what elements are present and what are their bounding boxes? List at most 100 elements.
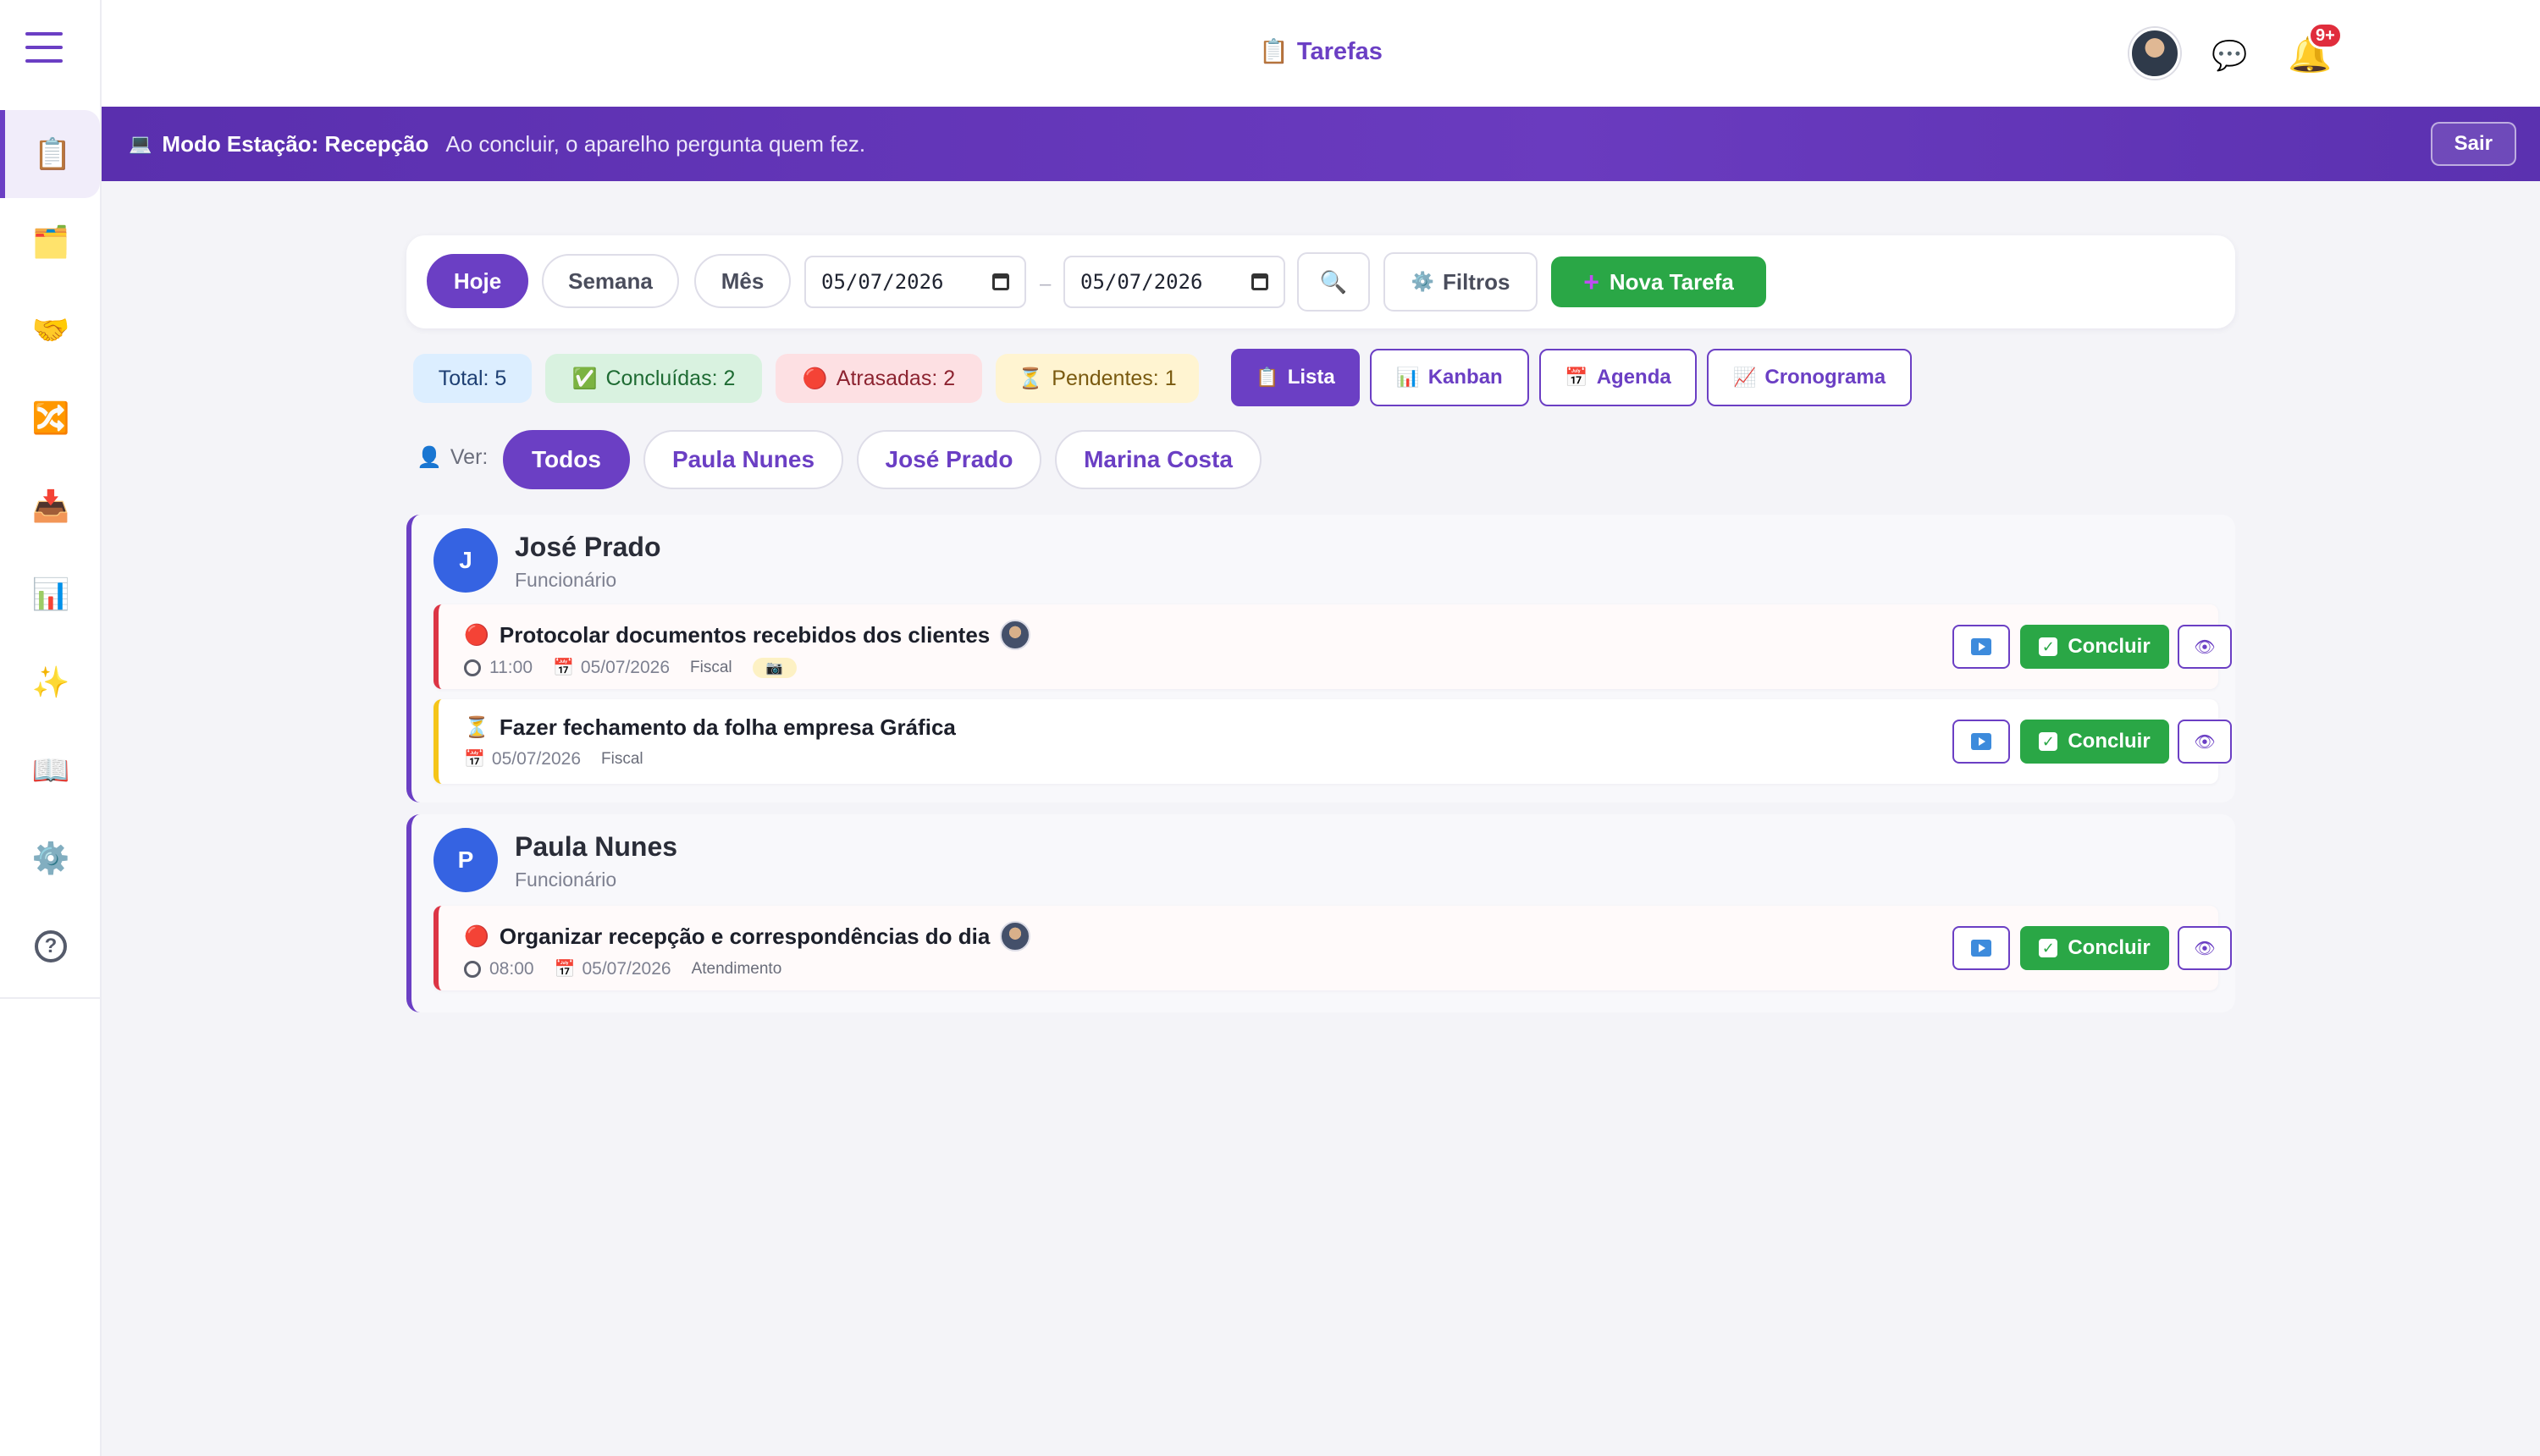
clipboard-icon: 📋 xyxy=(33,136,72,171)
hourglass-icon: ⏳ xyxy=(1018,367,1044,390)
station-message: Ao concluir, o aparelho pergunta quem fe… xyxy=(445,130,866,157)
date-to-input[interactable]: 05/07/2026 xyxy=(1063,256,1285,308)
view-list-button[interactable]: 📋 Lista xyxy=(1231,349,1360,406)
view-schedule-button[interactable]: 📈 Cronograma xyxy=(1707,349,1912,406)
period-week-button[interactable]: Semana xyxy=(542,254,679,308)
task-card[interactable]: 🔴 Organizar recepção e correspondências d… xyxy=(433,906,2232,990)
task-time: 11:00 xyxy=(489,657,533,677)
task-category: Fiscal xyxy=(690,658,732,676)
assignee-name: Paula Nunes xyxy=(515,831,678,862)
task-title: Protocolar documentos recebidos dos clie… xyxy=(499,621,991,648)
people-filter-label: 👤 Ver: xyxy=(417,445,489,469)
help-icon: ? xyxy=(35,930,67,962)
camera-icon: 📷 xyxy=(752,657,797,678)
sidebar-divider xyxy=(0,997,102,999)
sidebar-item-distribution[interactable]: 🔀 xyxy=(0,374,102,462)
calendar-icon xyxy=(1251,273,1268,290)
complete-task-button[interactable]: ✓ Concluir xyxy=(2020,720,2169,764)
gear-icon: ⚙️ xyxy=(1411,271,1434,292)
period-month-button[interactable]: Mês xyxy=(694,254,791,308)
top-bar: 📋 Tarefas 💬 🔔 9+ xyxy=(102,0,2540,107)
avatar: P xyxy=(433,828,498,892)
play-icon xyxy=(1971,940,1991,957)
chat-bubble-icon[interactable]: 💬 xyxy=(2211,39,2247,73)
task-date: 05/07/2026 xyxy=(580,657,671,677)
task-category: Atendimento xyxy=(691,959,782,978)
bar-chart-icon: 📊 xyxy=(31,576,70,611)
assignee-role: Funcionário xyxy=(515,869,617,891)
people-filter-marina[interactable]: Marina Costa xyxy=(1055,430,1262,489)
notification-badge: 9+ xyxy=(2308,22,2343,49)
sidebar-item-clients[interactable]: 🤝 xyxy=(0,286,102,374)
station-mode-banner: 💻 Modo Estação: Recepção Ao concluir, o … xyxy=(102,107,2540,181)
gear-icon: ⚙️ xyxy=(31,841,70,875)
task-card[interactable]: ⏳ Fazer fechamento da folha empresa Gráfi… xyxy=(433,699,2232,784)
user-avatar[interactable] xyxy=(2129,28,2180,79)
assignee-name: José Prado xyxy=(515,532,661,562)
new-task-button[interactable]: + Nova Tarefa xyxy=(1551,256,1766,307)
hamburger-menu-icon[interactable] xyxy=(25,32,63,63)
play-icon xyxy=(1971,638,1991,655)
task-time: 08:00 xyxy=(489,958,534,979)
sidebar-item-tasks[interactable]: 📋 xyxy=(0,110,100,198)
sidebar-item-settings[interactable]: ⚙️ xyxy=(0,814,102,902)
view-agenda-button[interactable]: 📅 Agenda xyxy=(1539,349,1697,406)
sidebar-item-reports[interactable]: 📊 xyxy=(0,550,102,638)
date-range-separator: – xyxy=(1040,273,1052,295)
people-filter-jose[interactable]: José Prado xyxy=(857,430,1041,489)
sidebar-nav: 📋 🗂️ 🤝 🔀 📥 📊 ✨ 📖 ⚙️ ? xyxy=(0,110,102,990)
people-filter-paula[interactable]: Paula Nunes xyxy=(643,430,843,489)
sidebar-item-help[interactable]: ? xyxy=(0,902,102,990)
calendar-icon: 📅 xyxy=(553,659,574,677)
shuffle-icon: 🔀 xyxy=(31,400,70,435)
view-task-button[interactable]: 👁 xyxy=(2178,926,2232,970)
search-button[interactable]: 🔍 xyxy=(1297,252,1370,312)
handshake-icon: 🤝 xyxy=(31,312,70,347)
eye-icon: 👁 xyxy=(2194,732,2216,752)
complete-task-button[interactable]: ✓ Concluir xyxy=(2020,926,2169,970)
stat-late: 🔴 Atrasadas: 2 xyxy=(776,354,982,403)
view-task-button[interactable]: 👁 xyxy=(2178,720,2232,764)
check-icon: ✓ xyxy=(2039,637,2058,656)
eye-icon: 👁 xyxy=(2194,637,2216,657)
sidebar-item-highlights[interactable]: ✨ xyxy=(0,638,102,726)
assignee-group: P Paula Nunes Funcionário 🔴 Organizar rec… xyxy=(406,814,2235,1012)
sidebar-item-inbox[interactable]: 📥 xyxy=(0,462,102,550)
stat-done: ✅ Concluídas: 2 xyxy=(545,354,762,403)
view-task-button[interactable]: 👁 xyxy=(2178,625,2232,669)
task-category: Fiscal xyxy=(601,749,643,768)
search-icon: 🔍 xyxy=(1319,268,1348,295)
play-icon xyxy=(1971,733,1991,750)
exit-station-button[interactable]: Sair xyxy=(2430,122,2516,166)
task-title: Organizar recepção e correspondências do… xyxy=(499,923,991,949)
red-circle-icon: 🔴 xyxy=(464,623,489,647)
task-card[interactable]: 🔴 Protocolar documentos recebidos dos cli… xyxy=(433,604,2232,689)
check-icon: ✓ xyxy=(2039,732,2058,751)
people-filter-all[interactable]: Todos xyxy=(503,430,630,489)
folder-icon: 🗂️ xyxy=(31,224,70,259)
plus-icon: + xyxy=(1583,266,1599,297)
complete-task-button[interactable]: ✓ Concluir xyxy=(2020,625,2169,669)
eye-icon: 👁 xyxy=(2194,939,2216,958)
assignee-group: J José Prado Funcionário 🔴 Protocolar doc… xyxy=(406,515,2235,802)
start-task-button[interactable] xyxy=(1952,625,2010,669)
book-icon: 📖 xyxy=(31,753,70,787)
check-box-icon: ✅ xyxy=(572,367,598,390)
clock-icon xyxy=(464,960,481,978)
clock-icon xyxy=(464,659,481,676)
calendar-icon: 📅 xyxy=(1565,367,1588,388)
sidebar-item-guide[interactable]: 📖 xyxy=(0,726,102,814)
start-task-button[interactable] xyxy=(1952,926,2010,970)
station-label: Modo Estação: Recepção xyxy=(162,130,429,157)
check-icon: ✓ xyxy=(2039,939,2058,957)
task-date: 05/07/2026 xyxy=(582,958,671,979)
stat-pending: ⏳ Pendentes: 1 xyxy=(996,354,1199,403)
filters-button[interactable]: ⚙️ Filtros xyxy=(1383,252,1538,312)
task-title: Fazer fechamento da folha empresa Gráfic… xyxy=(499,714,956,740)
period-today-button[interactable]: Hoje xyxy=(427,254,528,308)
view-kanban-button[interactable]: 📊 Kanban xyxy=(1370,349,1529,406)
date-from-input[interactable]: 05/07/2026 xyxy=(804,256,1026,308)
sidebar-item-folders[interactable]: 🗂️ xyxy=(0,198,102,286)
filter-toolbar: Hoje Semana Mês 05/07/2026 – 05/07/2026 … xyxy=(406,235,2235,328)
start-task-button[interactable] xyxy=(1952,720,2010,764)
